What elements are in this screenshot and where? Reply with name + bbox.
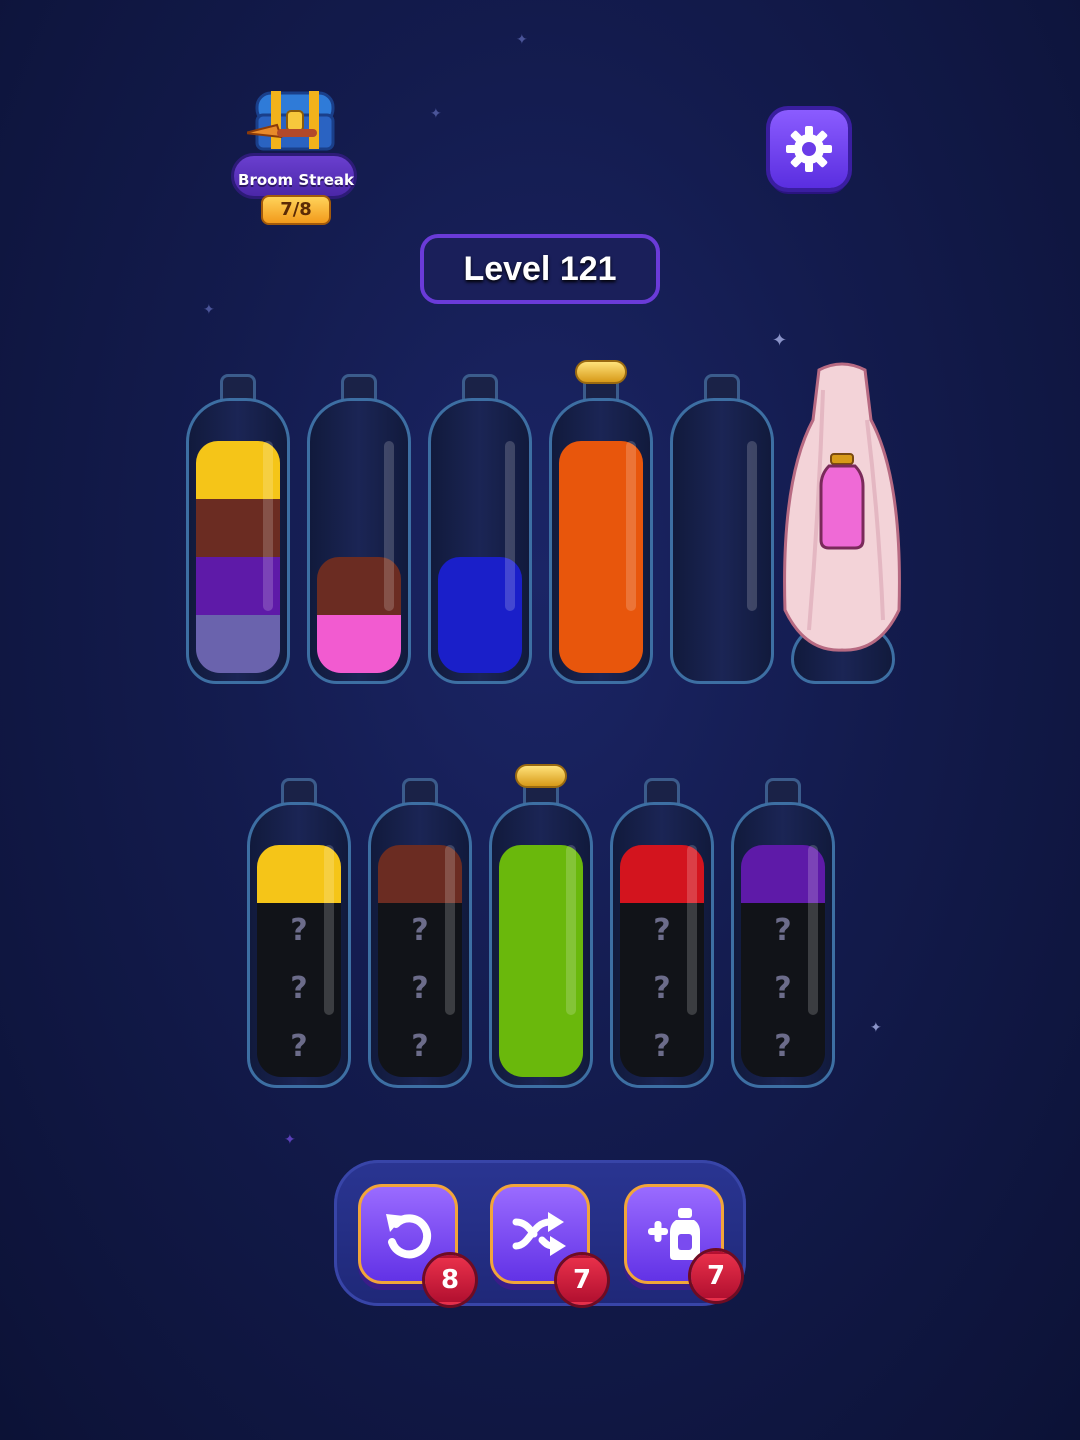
glass-shine [626,441,636,611]
bottom-bottle-2[interactable]: ??? [368,778,472,1088]
star-decoration: ✦ [772,330,788,351]
liquid-layer-lavender [196,615,280,673]
cork-icon [575,360,627,384]
undo-icon [386,1214,432,1259]
bottle-body [489,802,593,1088]
level-indicator: Level 121 [420,234,660,304]
bottom-bottle-4[interactable]: ??? [610,778,714,1088]
top-bottle-6[interactable] [783,362,901,684]
glass-shine [445,845,455,1015]
star-decoration: ✦ [284,1132,296,1148]
hidden-mark: ? [774,1029,792,1064]
streak-title: Broom Streak [238,171,354,189]
top-bottle-1[interactable] [186,374,290,684]
cloth-cover-icon [783,362,901,652]
bottle-body [428,398,532,684]
top-bottle-2[interactable] [307,374,411,684]
glass-shine [263,441,273,611]
bottle-body [307,398,411,684]
liquid-layer-green [499,1019,583,1077]
hidden-mark: ? [290,1029,308,1064]
star-decoration: ✦ [870,1020,882,1036]
liquid-layer-orange [559,615,643,673]
glass-shine [324,845,334,1015]
glass-shine [747,441,757,611]
add-bottle-count-badge: 7 [691,1251,741,1301]
hidden-mark: ? [411,1029,429,1064]
bottle-body: ??? [731,802,835,1088]
bottle-body [186,398,290,684]
hidden-layer: ? [378,1019,462,1077]
hidden-layer: ? [620,1019,704,1077]
bottom-bottle-3[interactable] [489,764,593,1088]
shuffle-button[interactable]: 7 [490,1184,607,1305]
top-bottle-4[interactable] [549,360,653,684]
broom-streak-widget[interactable]: Broom Streak 7/8 [215,85,365,230]
bottom-bottle-1[interactable]: ??? [247,778,351,1088]
undo-button[interactable]: 8 [358,1184,475,1305]
hidden-layer: ? [741,1019,825,1077]
hidden-mark: ? [653,1029,671,1064]
treasure-chest-icon [247,91,335,151]
settings-button[interactable] [770,110,848,188]
glass-shine [808,845,818,1015]
add-bottle-button[interactable]: 7 [624,1184,741,1301]
glass-shine [687,845,697,1015]
undo-count-badge: 8 [425,1255,475,1305]
bottle-body: ??? [368,802,472,1088]
glass-shine [505,441,515,611]
add-bottle-icon [648,1208,700,1260]
star-decoration: ✦ [430,106,442,122]
glass-shine [384,441,394,611]
hidden-layer: ? [257,1019,341,1077]
glass-shine [566,845,576,1015]
top-bottle-5[interactable] [670,374,774,684]
shuffle-icon [512,1212,566,1256]
cork-icon [515,764,567,788]
bottle-body [670,398,774,684]
star-decoration: ✦ [203,302,215,318]
liquid-layer-blue [438,615,522,673]
bottle-body: ??? [610,802,714,1088]
star-decoration: ✦ [516,32,528,48]
shuffle-count-badge: 7 [557,1255,607,1305]
bottle-body: ??? [247,802,351,1088]
liquid-layer-pink [317,615,401,673]
bottom-bottle-5[interactable]: ??? [731,778,835,1088]
bottle-body [549,398,653,684]
top-bottle-3[interactable] [428,374,532,684]
gear-icon [786,126,832,172]
streak-progress: 7/8 [261,195,331,225]
